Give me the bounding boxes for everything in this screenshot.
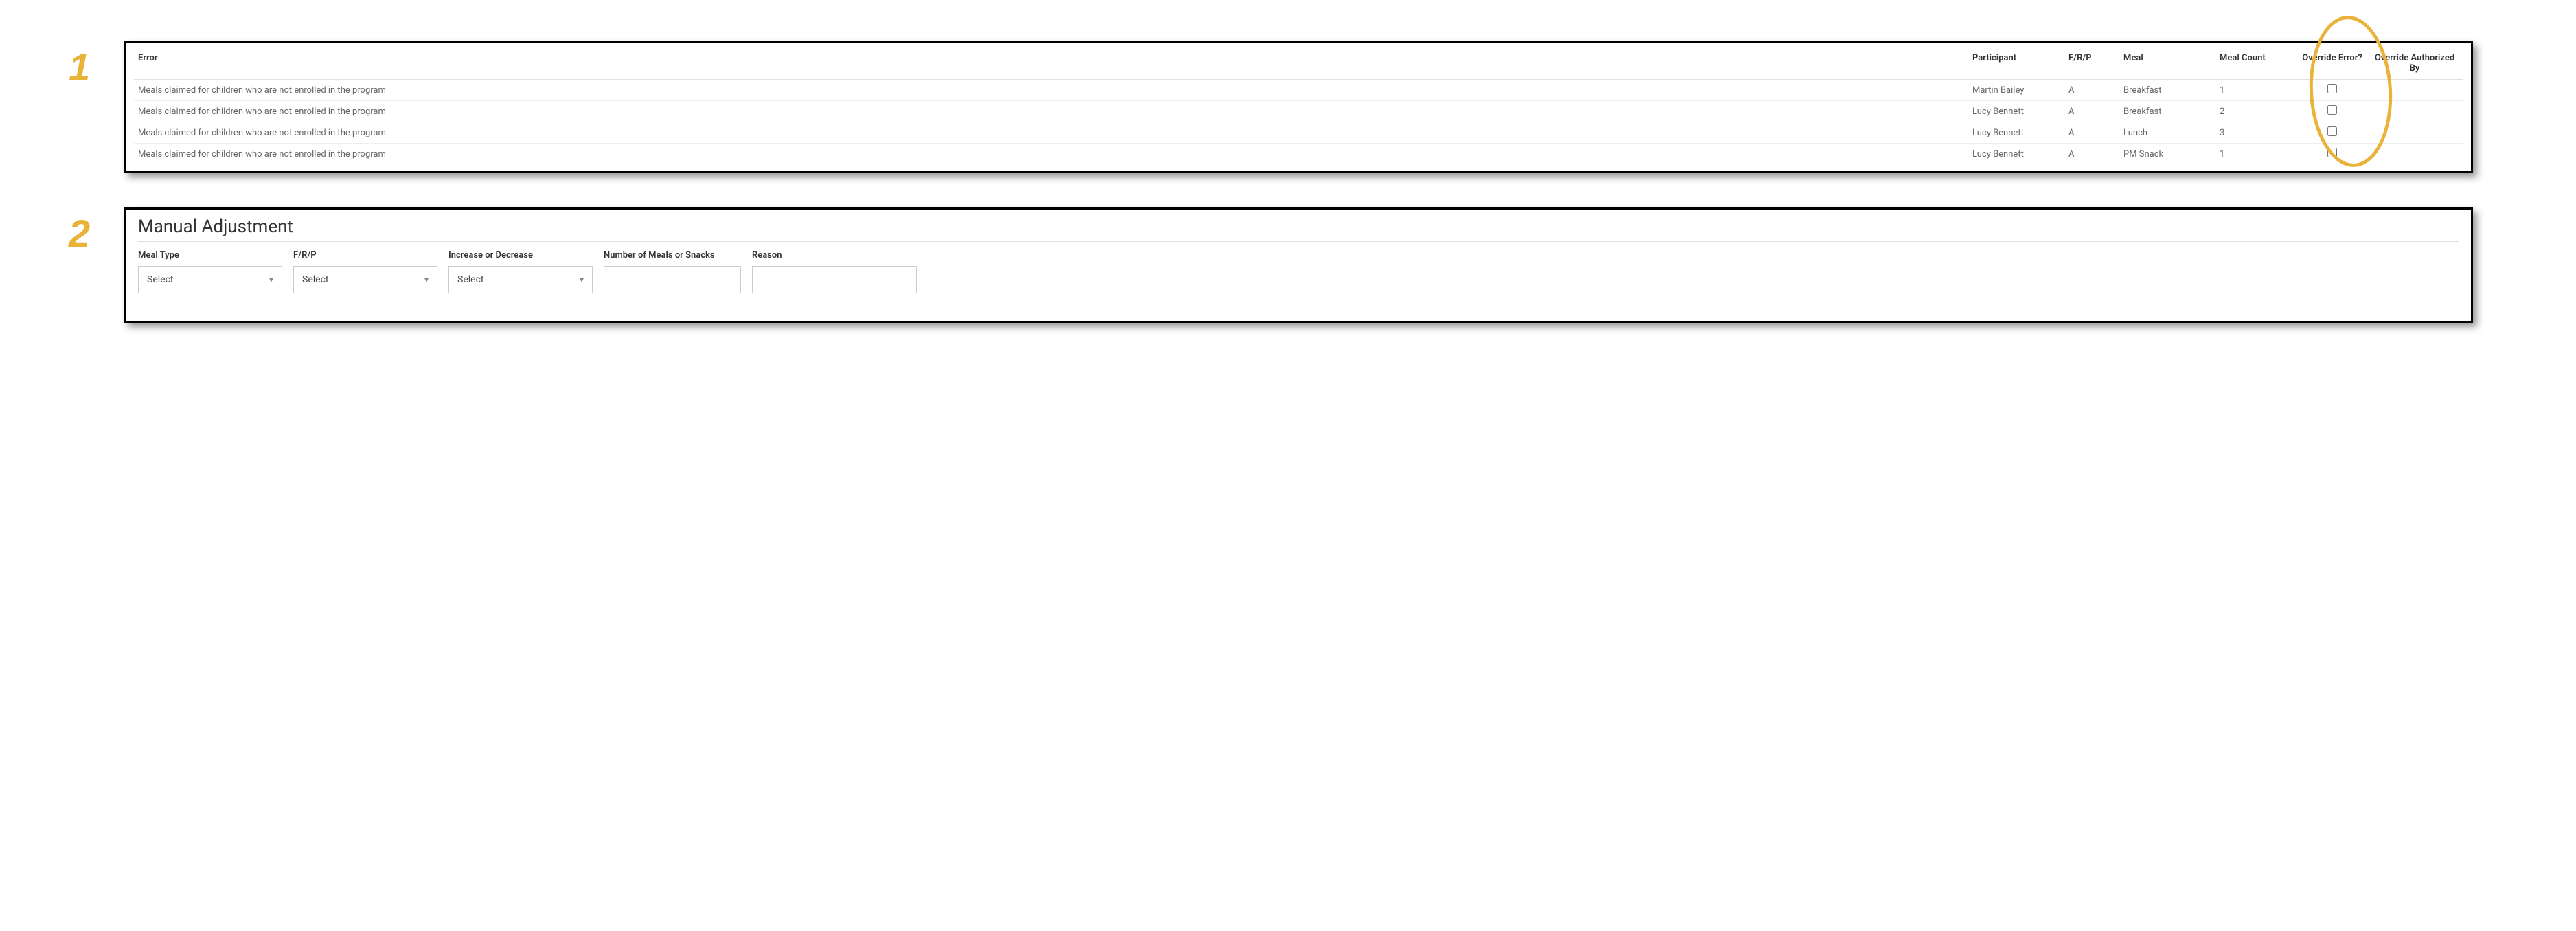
table-row: Meals claimed for children who are not e… (134, 144, 2463, 165)
inc-dec-label: Increase or Decrease (448, 250, 593, 260)
cell-frp: A (2064, 101, 2119, 122)
frp-select[interactable]: Select ▾ (293, 266, 437, 293)
override-checkbox[interactable] (2327, 84, 2337, 93)
reason-label: Reason (752, 250, 917, 260)
override-checkbox[interactable] (2327, 105, 2337, 115)
th-override: Override Error? (2298, 47, 2367, 80)
cell-frp: A (2064, 144, 2119, 165)
th-frp: F/R/P (2064, 47, 2119, 80)
step-1-number: 1 (69, 48, 103, 87)
cell-authorized (2367, 144, 2463, 165)
manual-adjustment-panel: Manual Adjustment Meal Type Select ▾ F/R… (124, 207, 2473, 323)
step-2-number: 2 (69, 214, 103, 253)
cell-frp: A (2064, 80, 2119, 101)
chevron-down-icon: ▾ (580, 275, 584, 284)
cell-participant: Lucy Bennett (1968, 122, 2064, 144)
th-authorized: Override Authorized By (2367, 47, 2463, 80)
meal-type-value: Select (147, 274, 173, 285)
frp-label: F/R/P (293, 250, 437, 260)
cell-meal: Lunch (2119, 122, 2215, 144)
cell-count: 3 (2215, 122, 2298, 144)
inc-dec-select[interactable]: Select ▾ (448, 266, 593, 293)
cell-count: 1 (2215, 144, 2298, 165)
cell-authorized (2367, 101, 2463, 122)
frp-value: Select (302, 274, 328, 285)
cell-meal: Breakfast (2119, 101, 2215, 122)
cell-count: 2 (2215, 101, 2298, 122)
cell-error: Meals claimed for children who are not e… (134, 80, 1968, 101)
override-checkbox[interactable] (2327, 126, 2337, 136)
table-row: Meals claimed for children who are not e… (134, 122, 2463, 144)
cell-override (2298, 80, 2367, 101)
cell-authorized (2367, 122, 2463, 144)
th-meal-count: Meal Count (2215, 47, 2298, 80)
th-error: Error (134, 47, 1968, 80)
step-1-row: 1 Error Participant F/R/P Meal Meal Coun… (69, 41, 2473, 173)
cell-authorized (2367, 80, 2463, 101)
cell-override (2298, 144, 2367, 165)
panel-divider (138, 241, 2459, 242)
chevron-down-icon: ▾ (269, 275, 273, 284)
cell-participant: Lucy Bennett (1968, 144, 2064, 165)
table-row: Meals claimed for children who are not e… (134, 101, 2463, 122)
th-meal: Meal (2119, 47, 2215, 80)
errors-table: Error Participant F/R/P Meal Meal Count … (134, 47, 2463, 164)
cell-meal: Breakfast (2119, 80, 2215, 101)
manual-adjustment-form: Meal Type Select ▾ F/R/P Select ▾ Increa… (138, 250, 2459, 293)
errors-panel: Error Participant F/R/P Meal Meal Count … (124, 41, 2473, 173)
table-row: Meals claimed for children who are not e… (134, 80, 2463, 101)
meal-type-label: Meal Type (138, 250, 282, 260)
cell-frp: A (2064, 122, 2119, 144)
manual-adjustment-title: Manual Adjustment (138, 216, 2459, 237)
cell-error: Meals claimed for children who are not e… (134, 101, 1968, 122)
th-participant: Participant (1968, 47, 2064, 80)
num-meals-input[interactable] (604, 266, 741, 293)
cell-count: 1 (2215, 80, 2298, 101)
reason-input[interactable] (752, 266, 917, 293)
cell-error: Meals claimed for children who are not e… (134, 144, 1968, 165)
cell-meal: PM Snack (2119, 144, 2215, 165)
meal-type-select[interactable]: Select ▾ (138, 266, 282, 293)
num-meals-label: Number of Meals or Snacks (604, 250, 741, 260)
chevron-down-icon: ▾ (424, 275, 429, 284)
override-checkbox[interactable] (2327, 148, 2337, 157)
cell-override (2298, 101, 2367, 122)
cell-participant: Martin Bailey (1968, 80, 2064, 101)
cell-error: Meals claimed for children who are not e… (134, 122, 1968, 144)
cell-override (2298, 122, 2367, 144)
inc-dec-value: Select (457, 274, 483, 285)
cell-participant: Lucy Bennett (1968, 101, 2064, 122)
step-2-row: 2 Manual Adjustment Meal Type Select ▾ F… (69, 207, 2473, 323)
